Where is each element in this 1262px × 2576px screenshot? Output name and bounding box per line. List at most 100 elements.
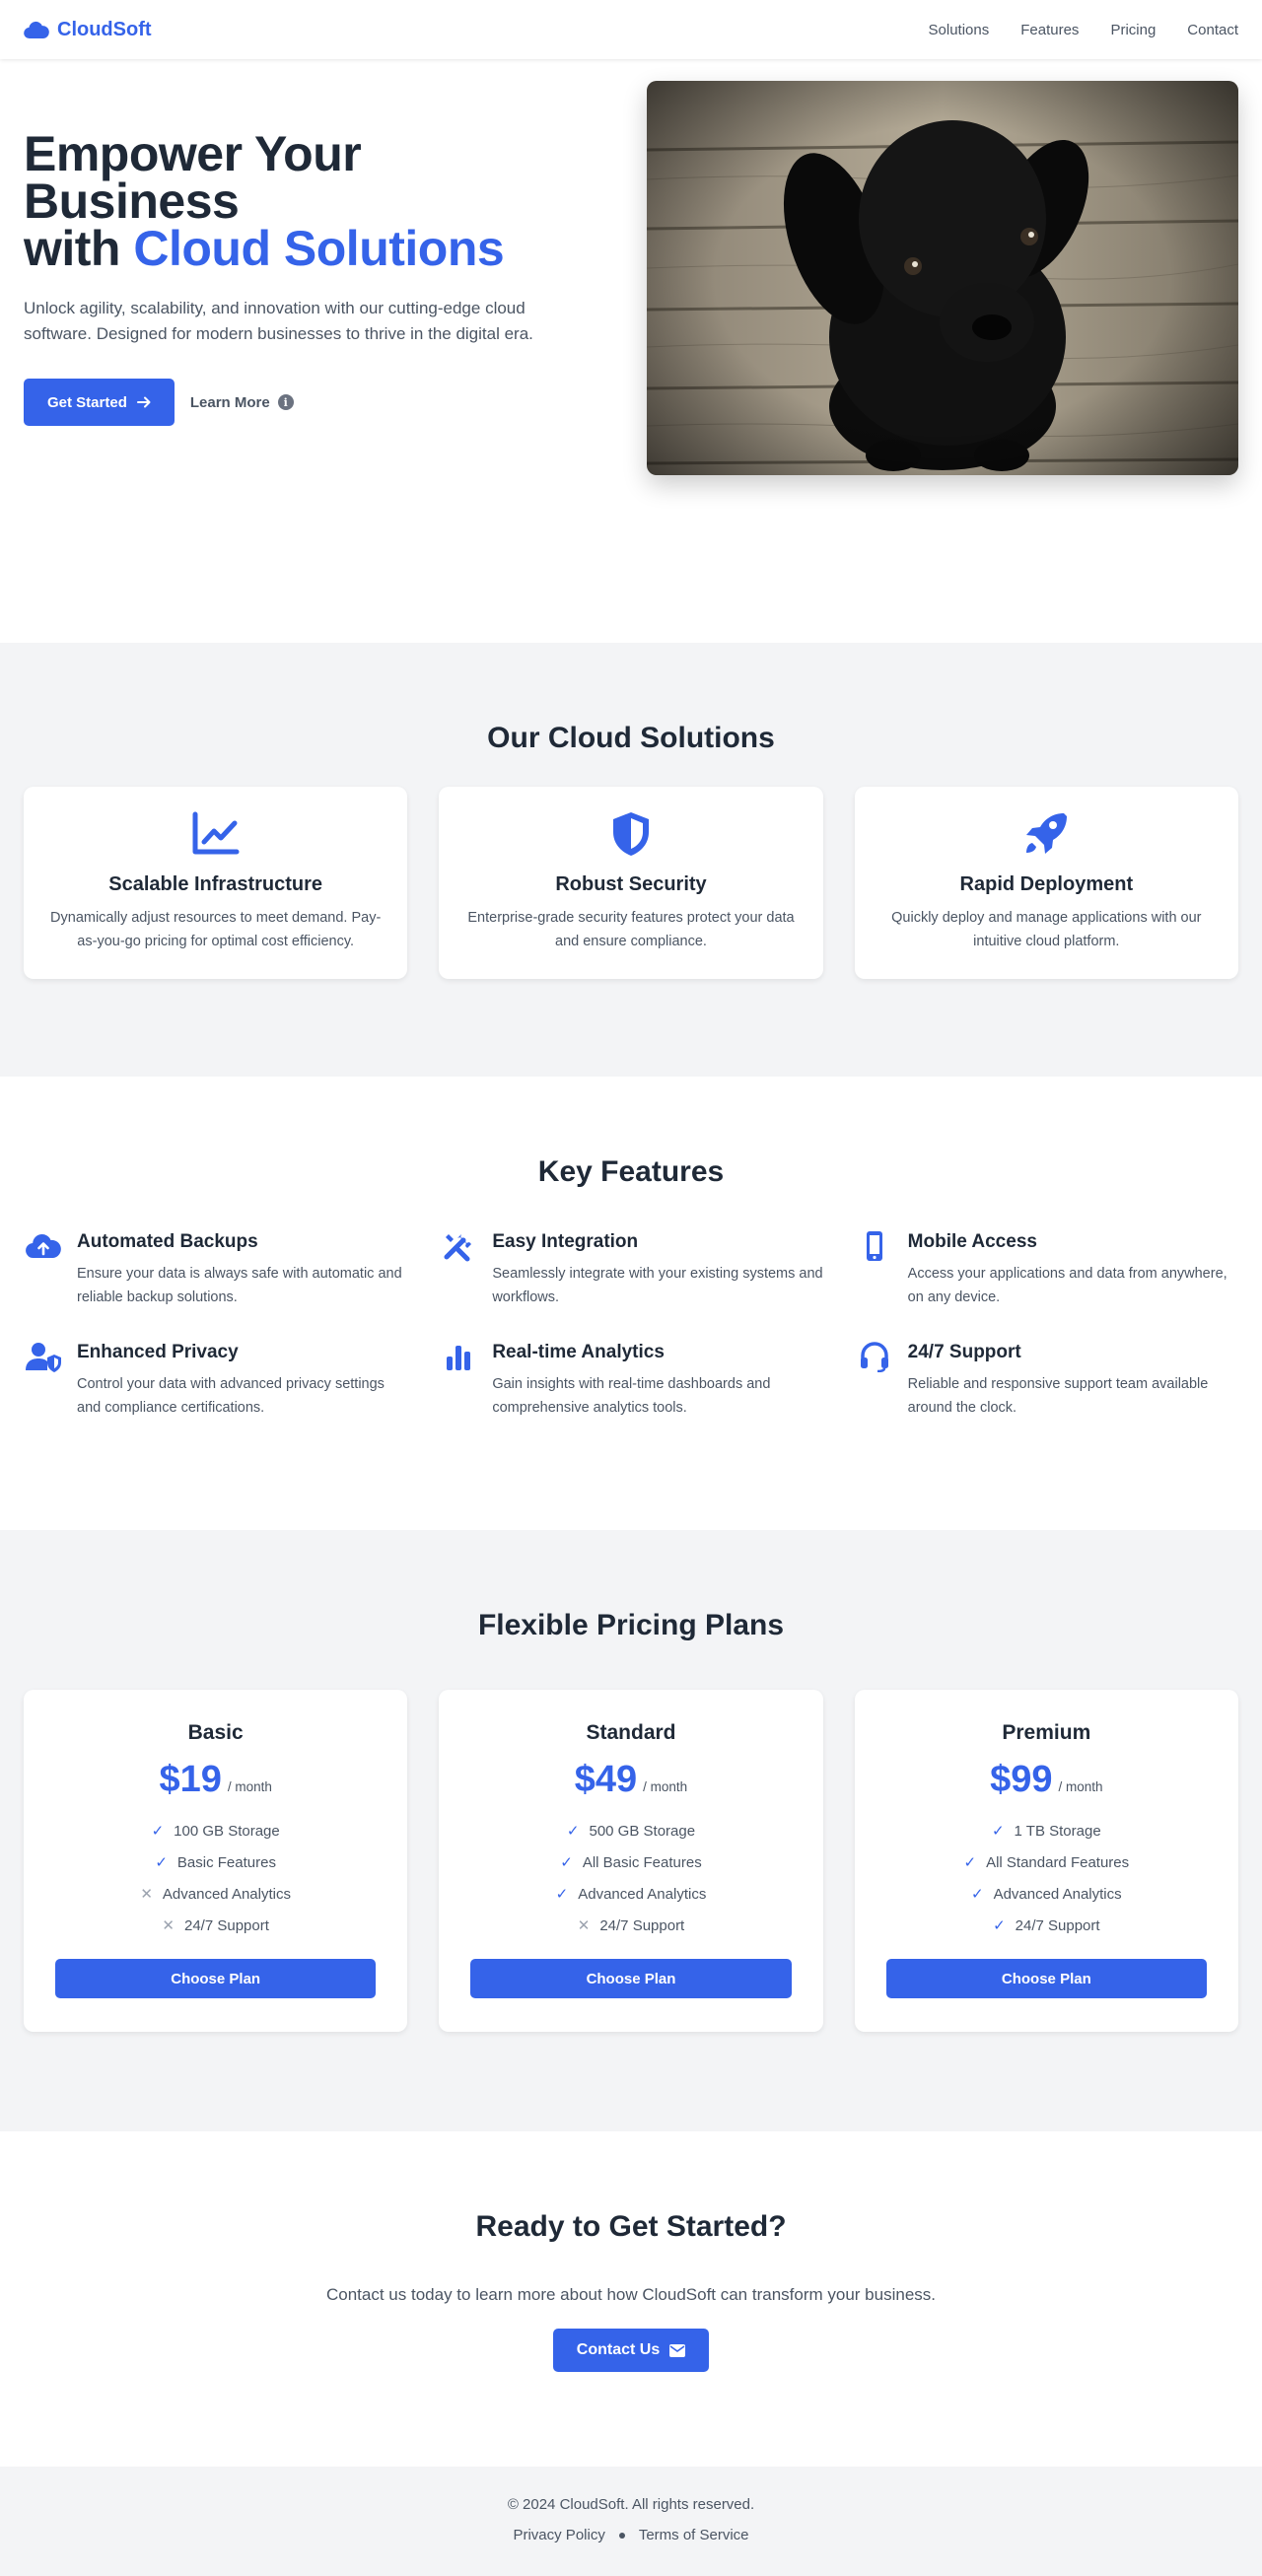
check-icon: ✓ [560, 1854, 573, 1871]
features-section: Key Features Automated Backups Ensure you… [0, 1077, 1262, 1530]
nav-links: Solutions Features Pricing Contact [929, 22, 1238, 38]
x-icon: ✕ [162, 1917, 175, 1934]
solution-card-text: Enterprise-grade security features prote… [467, 910, 795, 949]
plan-feature: ✓ Advanced Analytics [470, 1878, 791, 1910]
bar-chart-icon [447, 1346, 471, 1370]
terms-of-service-link[interactable]: Terms of Service [639, 2527, 749, 2543]
solution-card-text: Dynamically adjust resources to meet dem… [50, 910, 382, 949]
plan-name: Basic [187, 1721, 244, 1744]
choose-plan-premium-button[interactable]: Choose Plan [885, 1959, 1207, 1998]
shield-icon [612, 812, 649, 856]
solution-card: Scalable Infrastructure Dynamically adju… [24, 787, 408, 979]
plan-price: $49 [574, 1759, 638, 1800]
nav-link-pricing[interactable]: Pricing [1110, 22, 1156, 38]
plan-feature-text: Basic Features [176, 1853, 276, 1871]
nav-link-solutions[interactable]: Solutions [929, 22, 990, 38]
plan-name: Standard [586, 1721, 676, 1744]
feature-text: Seamlessly integrate with your existing … [492, 1266, 823, 1305]
info-icon: i [277, 394, 294, 410]
feature-text: Access your applications and data from a… [907, 1266, 1227, 1305]
contact-us-button[interactable]: Contact Us [552, 2329, 710, 2372]
solution-card: Robust Security Enterprise-grade securit… [439, 787, 823, 979]
mobile-icon [866, 1231, 882, 1261]
feature-item: Real-time Analytics Gain insights with re… [439, 1341, 822, 1420]
cta-title: Ready to Get Started? [475, 2210, 787, 2243]
footer-links: Privacy Policy Terms of Service [0, 2527, 1262, 2543]
hero-image [647, 81, 1238, 475]
plan-feature: ✓ 100 GB Storage [55, 1815, 376, 1846]
plan-feature: ✓ Basic Features [55, 1846, 376, 1878]
check-icon: ✓ [963, 1854, 977, 1871]
plan-features: ✓ 500 GB Storage ✓ All Basic Features ✓ Adv… [470, 1815, 791, 1941]
plan-feature-text: All Standard Features [986, 1853, 1130, 1871]
chart-line-icon [192, 811, 240, 855]
check-icon: ✓ [991, 1823, 1005, 1840]
learn-more-label: Learn More [189, 393, 270, 411]
envelope-icon [669, 2343, 686, 2357]
choose-plan-basic-button[interactable]: Choose Plan [55, 1959, 377, 1998]
brand-logo-link[interactable]: CloudSoft [24, 19, 152, 41]
plan-feature-text: 24/7 Support [599, 1916, 685, 1934]
feature-title: Automated Backups [77, 1231, 258, 1252]
plan-feature: ✓ Advanced Analytics [886, 1878, 1207, 1910]
check-icon: ✓ [151, 1823, 165, 1840]
plan-feature-text: Advanced Analytics [162, 1885, 291, 1903]
check-icon: ✓ [555, 1886, 569, 1903]
plan-feature-text: All Basic Features [582, 1853, 702, 1871]
cloud-upload-icon [26, 1234, 61, 1259]
solution-card-title: Scalable Infrastructure [108, 873, 323, 895]
solution-card-text: Quickly deploy and manage applications w… [891, 910, 1202, 949]
learn-more-button[interactable]: Learn More i [190, 394, 294, 411]
feature-item: Automated Backups Ensure your data is alw… [24, 1230, 407, 1309]
choose-plan-standard-button[interactable]: Choose Plan [470, 1959, 792, 1998]
plan-card-standard: Standard $49/ month ✓ 500 GB Storage ✓ All… [439, 1690, 823, 2032]
plan-feature: ✓ All Standard Features [886, 1846, 1207, 1878]
plan-feature-text: 24/7 Support [184, 1916, 269, 1934]
user-shield-icon [26, 1343, 61, 1372]
plan-features: ✓ 100 GB Storage ✓ Basic Features ✕ Advance… [55, 1815, 376, 1941]
puppy-photo [647, 81, 1238, 475]
hero-subtitle: Unlock agility, scalability, and innovat… [24, 299, 533, 343]
plan-feature: ✓ 24/7 Support [886, 1910, 1207, 1941]
plan-feature-text: Advanced Analytics [993, 1885, 1122, 1903]
plan-feature: ✓ 1 TB Storage [886, 1815, 1207, 1846]
plan-feature: ✕ 24/7 Support [55, 1910, 376, 1941]
hero-title-accent: Cloud Solutions [133, 221, 505, 276]
feature-item: 24/7 Support Reliable and responsive supp… [855, 1341, 1238, 1420]
plan-feature: ✕ 24/7 Support [470, 1910, 791, 1941]
headset-icon [860, 1342, 888, 1372]
plan-period: / month [227, 1779, 272, 1794]
plan-feature-text: 100 GB Storage [174, 1822, 280, 1840]
nav-link-contact[interactable]: Contact [1187, 22, 1238, 38]
cta-section: Ready to Get Started? Contact us today t… [0, 2131, 1262, 2467]
plan-feature-text: 24/7 Support [1015, 1916, 1100, 1934]
solution-card-title: Robust Security [555, 873, 707, 895]
privacy-policy-link[interactable]: Privacy Policy [513, 2527, 604, 2543]
hero-section: Empower Your Business with Cloud Solutio… [0, 59, 1262, 643]
check-icon: ✓ [970, 1886, 984, 1903]
arrow-right-icon [136, 396, 151, 408]
feature-title: Real-time Analytics [492, 1342, 665, 1362]
plan-feature: ✓ All Basic Features [470, 1846, 791, 1878]
contact-us-label: Contact Us [576, 2341, 661, 2358]
plan-feature: ✕ Advanced Analytics [55, 1878, 376, 1910]
nav-link-features[interactable]: Features [1020, 22, 1079, 38]
footer: © 2024 CloudSoft. All rights reserved. P… [0, 2467, 1262, 2576]
feature-item: Easy Integration Seamlessly integrate wit… [439, 1230, 823, 1309]
plan-feature-text: 1 TB Storage [1014, 1822, 1101, 1840]
get-started-button[interactable]: Get Started [24, 379, 175, 426]
check-icon: ✓ [155, 1854, 168, 1871]
plan-feature-text: Advanced Analytics [578, 1885, 707, 1903]
hero-title: Empower Your Business with Cloud Solutio… [24, 129, 576, 273]
footer-separator [618, 2532, 625, 2539]
pricing-plans: Basic $19 / month ✓ 100 GB Storage ✓ Basic … [24, 1690, 1238, 2032]
top-navbar: CloudSoft Solutions Features Pricing Con… [0, 0, 1262, 59]
x-icon: ✕ [577, 1917, 591, 1934]
get-started-label: Get Started [47, 393, 127, 411]
plan-card-basic: Basic $19 / month ✓ 100 GB Storage ✓ Basic … [24, 1690, 408, 2032]
features-title: Key Features [537, 1155, 725, 1188]
check-icon: ✓ [566, 1823, 580, 1840]
pricing-title: Flexible Pricing Plans [477, 1609, 785, 1641]
solution-card-title: Rapid Deployment [959, 873, 1134, 895]
solutions-section: Our Cloud Solutions Scalable Infrastruct… [0, 643, 1262, 1077]
